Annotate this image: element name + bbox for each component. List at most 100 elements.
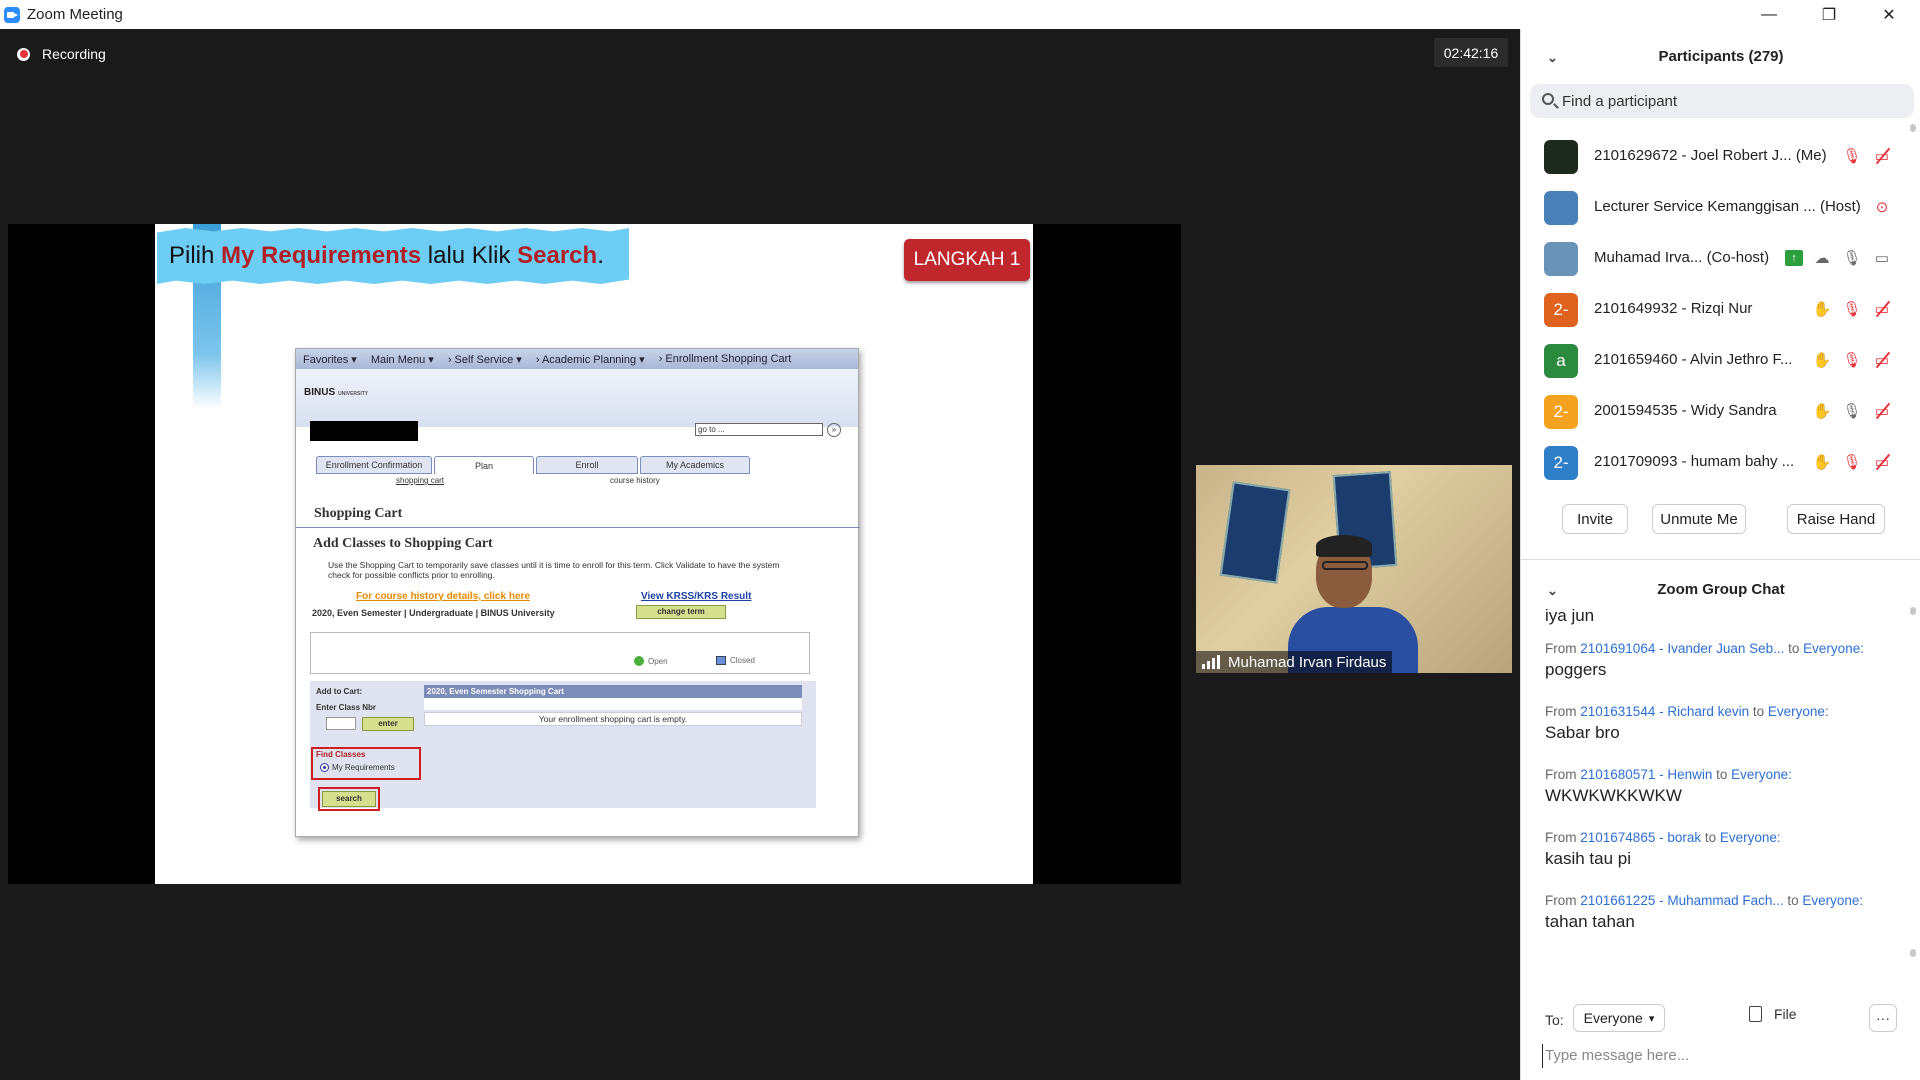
cloud-icon: ☁ (1814, 250, 1830, 267)
participant-row[interactable]: a 2101659460 - Alvin Jethro F... ✋ 🎙 ▭ (1521, 335, 1920, 386)
nav-favorites: Favorites ▾ (303, 353, 357, 366)
recording-indicator[interactable]: Recording (17, 46, 106, 62)
camera-off-icon: ▭ (1871, 298, 1893, 320)
minimize-icon[interactable]: — (1746, 0, 1792, 29)
portal-nav: Favorites ▾ Main Menu ▾ › Self Service ▾… (296, 349, 858, 369)
participant-name: 2101709093 - humam bahy ... (1594, 453, 1795, 470)
chat-header: ⌄ Zoom Group Chat (1521, 574, 1920, 604)
avatar: 2- (1544, 395, 1578, 429)
file-icon (1749, 1006, 1762, 1022)
panel-divider (1521, 559, 1920, 560)
find-classes-label: Find Classes (316, 750, 366, 759)
slide-instruction: Pilih My Requirements lalu Klik Search. (169, 242, 604, 269)
participant-row[interactable]: 2101629672 - Joel Robert J... (Me) 🎙 ▭ (1521, 131, 1920, 182)
chat-messages: iya jun From 2101691064 - Ivander Juan S… (1521, 604, 1920, 994)
share-arrow-icon: ↑ (1785, 250, 1803, 266)
participant-icons: ✋ 🎙 ▭ (1803, 349, 1893, 371)
video-name: Muhamad Irvan Firdaus (1228, 653, 1387, 671)
cart-empty-message: Your enrollment shopping cart is empty. (424, 712, 802, 726)
avatar: 2- (1544, 293, 1578, 327)
raised-hand-icon: ✋ (1812, 301, 1832, 318)
camera-off-icon: ▭ (1871, 451, 1893, 473)
mic-muted-icon: 🎙 (1842, 454, 1862, 471)
recording-label: Recording (42, 46, 106, 62)
step-badge: LANGKAH 1 (904, 239, 1030, 281)
goto-select: go to ... (695, 423, 823, 436)
participant-row[interactable]: 2- 2101709093 - humam bahy ... ✋ 🎙 ▭ (1521, 437, 1920, 488)
chat-scrollbar[interactable] (1910, 607, 1916, 615)
raise-hand-button[interactable]: Raise Hand (1787, 504, 1885, 534)
participant-search-input[interactable]: Find a participant (1530, 84, 1914, 118)
participant-icons: ⊙ (1863, 196, 1893, 218)
participant-actions: Invite Unmute Me Raise Hand (1521, 504, 1920, 539)
chat-message-input[interactable]: Type message here... (1542, 1044, 1902, 1068)
chat-text: poggers (1545, 660, 1607, 679)
portal-screenshot: Favorites ▾ Main Menu ▾ › Self Service ▾… (295, 348, 860, 837)
side-panel: ⌄ Participants (279) Find a participant … (1520, 29, 1920, 1080)
person-hair (1316, 535, 1372, 557)
chat-message: iya jun (1545, 606, 1905, 626)
participant-row[interactable]: 2- 2101649932 - Rizqi Nur ✋ 🎙 ▭ (1521, 284, 1920, 335)
participant-row[interactable]: 2- 2001594535 - Widy Sandra ✋ 🎙 ▭ (1521, 386, 1920, 437)
unmute-me-button[interactable]: Unmute Me (1652, 504, 1746, 534)
status-legend (310, 632, 810, 674)
participant-name: 2101629672 - Joel Robert J... (Me) (1594, 147, 1827, 164)
chat-message: From 2101674865 - borak to Everyone: kas… (1545, 830, 1905, 869)
my-requirements-radio: My Requirements (320, 763, 395, 772)
chat-text: tahan tahan (1545, 912, 1635, 931)
chat-sender: From 2101674865 - borak to Everyone: (1545, 830, 1781, 845)
participant-icons: ↑ ☁ 🎙 ▭ (1777, 247, 1893, 269)
participant-name: Muhamad Irva... (Co-host) (1594, 249, 1770, 266)
portal-tabs: Enrollment Confirmation Plan Enroll My A… (316, 456, 846, 474)
close-icon[interactable]: ✕ (1866, 0, 1912, 29)
nav-academic-planning: › Academic Planning ▾ (535, 353, 645, 366)
more-options-button[interactable]: ··· (1869, 1004, 1897, 1032)
video-name-tag: Muhamad Irvan Firdaus (1196, 651, 1393, 673)
video-tile[interactable]: Muhamad Irvan Firdaus (1196, 465, 1512, 673)
chat-title: Zoom Group Chat (1657, 580, 1785, 598)
open-dot-icon (634, 656, 644, 666)
go-arrow-icon: » (827, 423, 841, 437)
chevron-down-icon[interactable]: ⌄ (1547, 50, 1559, 65)
participant-icons: ✋ 🎙 ▭ (1803, 451, 1893, 473)
camera-off-icon: ▭ (1871, 349, 1893, 371)
zoom-window: Zoom Meeting — ❐ ✕ Recording 02:42:16 Pi… (0, 0, 1920, 1080)
signal-icon (1202, 655, 1222, 669)
camera-icon: ▭ (1874, 250, 1890, 267)
recipient-select[interactable]: Everyone ▾ (1573, 1004, 1665, 1032)
legend-open: Open (634, 656, 668, 666)
window-title: Zoom Meeting (27, 6, 123, 23)
file-button[interactable]: File (1749, 1006, 1797, 1022)
mic-icon: 🎙 (1842, 250, 1862, 267)
participant-icons: ✋ 🎙 ▭ (1803, 400, 1893, 422)
person-glasses (1322, 561, 1368, 570)
chat-composer: To: Everyone ▾ File ··· Type message here… (1521, 994, 1920, 1080)
mic-icon: 🎙 (1842, 403, 1862, 420)
participant-row[interactable]: Lecturer Service Kemanggisan ... (Host) … (1521, 182, 1920, 233)
chat-sender: From 2101661225 - Muhammad Fach... to Ev… (1545, 893, 1864, 908)
cart-row (424, 698, 802, 710)
chat-sender: From 2101680571 - Henwin to Everyone: (1545, 767, 1792, 782)
chat-scrollbar[interactable] (1910, 949, 1916, 957)
raised-hand-icon: ✋ (1812, 403, 1832, 420)
participant-row[interactable]: Muhamad Irva... (Co-host) ↑ ☁ 🎙 ▭ (1521, 233, 1920, 284)
participant-name: Lecturer Service Kemanggisan ... (Host) (1594, 198, 1861, 215)
chat-sender: From 2101631544 - Richard kevin to Every… (1545, 704, 1829, 719)
restore-icon[interactable]: ❐ (1806, 0, 1852, 29)
term-label: 2020, Even Semester | Undergraduate | BI… (312, 608, 555, 618)
invite-button[interactable]: Invite (1562, 504, 1628, 534)
chevron-down-icon[interactable]: ⌄ (1547, 583, 1559, 598)
screen-share-area: Pilih My Requirements lalu Klik Search. … (8, 224, 1181, 884)
portal-header: BINUS UNIVERSITY (296, 369, 858, 427)
cart-title: 2020, Even Semester Shopping Cart (424, 685, 802, 698)
tab-enroll: Enroll (536, 456, 638, 474)
shopping-cart-heading: Shopping Cart (314, 506, 403, 521)
avatar (1544, 191, 1578, 225)
search-icon (1542, 93, 1554, 105)
chat-text: WKWKWKKWKW (1545, 786, 1682, 805)
avatar (1544, 242, 1578, 276)
presentation-slide: Pilih My Requirements lalu Klik Search. … (155, 224, 1033, 884)
chat-text: kasih tau pi (1545, 849, 1631, 868)
participant-name: 2101659460 - Alvin Jethro F... (1594, 351, 1793, 368)
change-term-button: change term (636, 605, 726, 619)
